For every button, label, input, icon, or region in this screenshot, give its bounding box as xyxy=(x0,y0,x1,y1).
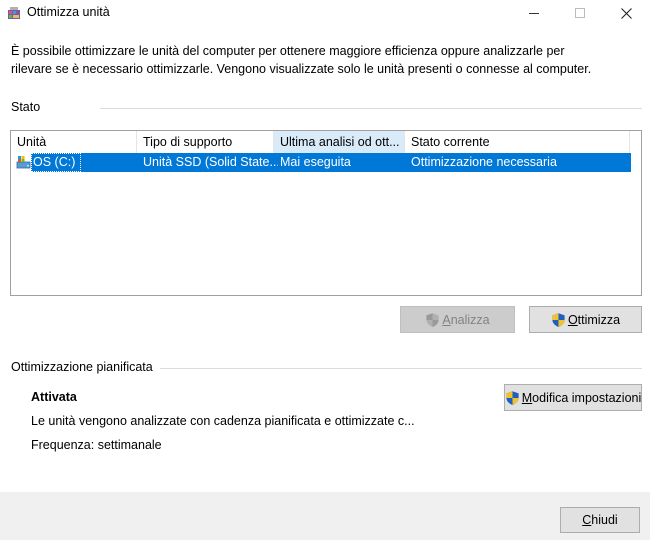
maximize-icon xyxy=(575,8,585,18)
scheduled-frequency: Frequenza: settimanale xyxy=(31,438,162,452)
analyze-button-label: Analizza xyxy=(442,312,490,327)
drives-list[interactable]: Unità Tipo di supporto Ultima analisi od… xyxy=(10,130,642,296)
maximize-button[interactable] xyxy=(557,0,603,26)
optimize-button[interactable]: Ottimizza xyxy=(529,306,642,333)
list-header: Unità Tipo di supporto Ultima analisi od… xyxy=(11,131,641,153)
analyze-button[interactable]: Analizza xyxy=(400,306,515,333)
uac-shield-icon xyxy=(426,312,439,327)
window-title: Ottimizza unità xyxy=(27,5,110,19)
cell-media-type: Unità SSD (Solid State... xyxy=(143,155,278,169)
change-settings-button-label: Modifica impostazioni xyxy=(521,390,642,405)
optimize-button-label: Ottimizza xyxy=(567,312,621,327)
scheduled-divider xyxy=(160,368,642,369)
dialog-footer xyxy=(0,492,650,540)
close-window-button[interactable] xyxy=(603,0,649,26)
close-button-label: Chiudi xyxy=(582,513,618,527)
status-divider xyxy=(100,108,642,109)
description: È possibile ottimizzare le unità del com… xyxy=(11,42,631,78)
cell-drive: OS (C:) xyxy=(33,155,76,169)
change-settings-button[interactable]: Modifica impostazioni xyxy=(504,384,642,411)
minimize-button[interactable] xyxy=(511,0,557,26)
cell-last-run: Mai eseguita xyxy=(280,155,351,169)
status-section-label: Stato xyxy=(11,100,41,114)
column-header-media-type[interactable]: Tipo di supporto xyxy=(137,131,274,153)
column-header-last-run[interactable]: Ultima analisi od ott... xyxy=(274,131,405,153)
column-header-drive[interactable]: Unità xyxy=(11,131,137,153)
description-line-2: rilevare se è necessario ottimizzarle. V… xyxy=(11,62,592,76)
cell-current-status: Ottimizzazione necessaria xyxy=(411,155,557,169)
uac-shield-icon xyxy=(552,312,565,327)
drive-icon xyxy=(16,156,31,169)
uac-shield-icon xyxy=(506,390,519,405)
table-row[interactable]: OS (C:) Unità SSD (Solid State... Mai es… xyxy=(31,153,631,172)
column-header-current-status[interactable]: Stato corrente xyxy=(405,131,630,153)
defrag-app-icon xyxy=(8,7,20,19)
scheduled-state: Attivata xyxy=(31,390,77,404)
title-bar: Ottimizza unità xyxy=(0,0,650,26)
close-icon xyxy=(620,7,632,19)
close-button[interactable]: Chiudi xyxy=(560,507,640,533)
scheduled-section-label: Ottimizzazione pianificata xyxy=(11,360,153,374)
description-line-1: È possibile ottimizzare le unità del com… xyxy=(11,44,565,58)
scheduled-detail: Le unità vengono analizzate con cadenza … xyxy=(31,414,415,428)
minimize-icon xyxy=(529,13,539,14)
